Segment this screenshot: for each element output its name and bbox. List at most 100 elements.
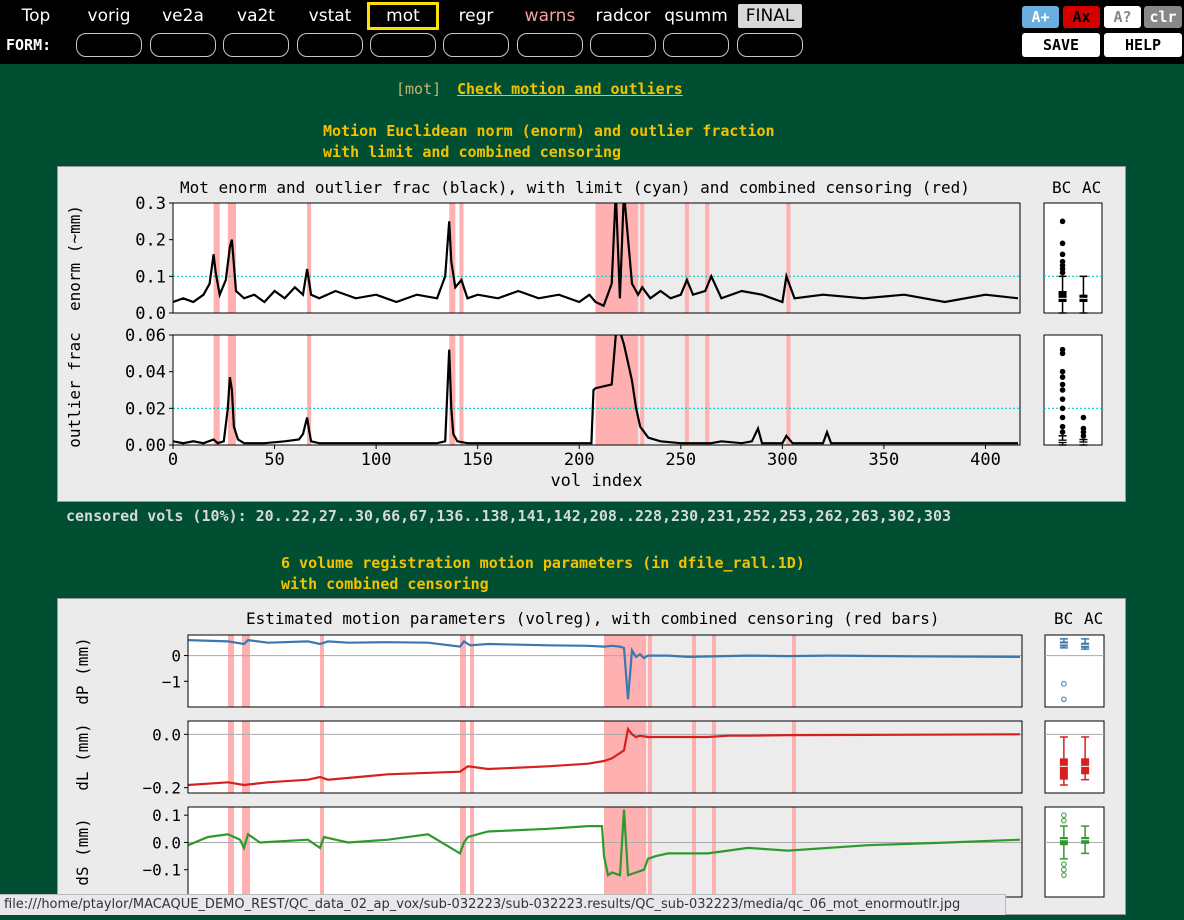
plot-dP-ylabel: dP (mm) bbox=[73, 637, 92, 704]
nav-tab-final[interactable]: FINAL bbox=[738, 4, 802, 28]
plot-outlier-frac-xtick-label: 200 bbox=[564, 450, 595, 470]
boxplot-enorm-bc-box-outlier bbox=[1059, 262, 1066, 269]
plot-outlier-frac-xtick-label: 150 bbox=[462, 450, 493, 470]
plot-outlier-frac-censor-bar bbox=[786, 335, 791, 445]
boxplot-dL-bc-box-body bbox=[1059, 758, 1068, 780]
plot-dS-censor-bar bbox=[792, 807, 796, 897]
boxplot-outlier-frac-area bbox=[1043, 334, 1103, 446]
boxplot-outlier-frac-bc-box-outlier bbox=[1059, 350, 1066, 357]
font-increase-button[interactable]: A+ bbox=[1022, 6, 1059, 28]
figure1-chart: Mot enorm and outlier frac (black), with… bbox=[65, 178, 1103, 491]
save-button[interactable]: SAVE bbox=[1022, 33, 1100, 57]
plot-dS-censor-bar bbox=[470, 807, 474, 897]
boxplot-outlier-frac-bc-box-outlier bbox=[1059, 429, 1066, 435]
figure1-title: Mot enorm and outlier frac (black), with… bbox=[180, 178, 970, 197]
plot-enorm-ytick-label: 0.2 bbox=[135, 231, 166, 251]
form-field-vorig[interactable] bbox=[76, 33, 142, 57]
boxplot-outlier-frac-bc-box-outlier bbox=[1059, 405, 1066, 412]
plot-dL-censor-bar bbox=[604, 721, 646, 793]
plot-dS-censor-bar bbox=[692, 807, 696, 897]
form-field-vstat[interactable] bbox=[297, 33, 363, 57]
boxplot-enorm-bc-box-outlier bbox=[1059, 218, 1066, 225]
form-field-qsumm[interactable] bbox=[663, 33, 729, 57]
plot-outlier-frac-xtick-label: 350 bbox=[869, 450, 900, 470]
section-title-link[interactable]: Check motion and outliers bbox=[457, 80, 683, 98]
plot-outlier-frac-xtick-label: 250 bbox=[665, 450, 696, 470]
plot-dS-ytick-label: 0.1 bbox=[152, 806, 181, 825]
figure1-bc-label: BC bbox=[1052, 178, 1071, 197]
form-label: FORM: bbox=[6, 36, 52, 54]
boxplot-enorm-bc-box-body bbox=[1058, 291, 1067, 302]
plot-dP-post-shade bbox=[604, 635, 1022, 707]
form-field-mot[interactable] bbox=[370, 33, 436, 57]
plot-enorm-ylabel: enorm (~mm) bbox=[65, 205, 84, 311]
form-field-radcor[interactable] bbox=[590, 33, 656, 57]
plot-enorm-ytick-label: 0.1 bbox=[135, 267, 166, 287]
plot-outlier-frac-censor-bar bbox=[213, 335, 220, 445]
figure2-caption-line1: 6 volume registration motion parameters … bbox=[281, 554, 805, 572]
plot-outlier-frac-xtick-label: 100 bbox=[361, 450, 392, 470]
form-field-ve2a[interactable] bbox=[150, 33, 216, 57]
figure2-chart: Estimated motion parameters (volreg), wi… bbox=[73, 609, 1105, 898]
plot-dP-censor-bar bbox=[242, 635, 250, 707]
form-field-va2t[interactable] bbox=[223, 33, 289, 57]
plot-enorm-censor-bar bbox=[640, 203, 645, 313]
plot-dP-censor-bar bbox=[320, 635, 324, 707]
nav-tab-mot[interactable]: mot bbox=[367, 2, 439, 30]
plot-outlier-frac-xtick-label: 300 bbox=[767, 450, 798, 470]
boxplot-dP-area bbox=[1044, 634, 1105, 708]
plot-dL-post-shade bbox=[604, 721, 1022, 793]
nav-tab-ve2a[interactable]: ve2a bbox=[147, 2, 219, 30]
nav-tab-radcor[interactable]: radcor bbox=[587, 2, 659, 30]
plot-outlier-frac-xlabel: vol index bbox=[550, 471, 642, 491]
plot-dP-ytick-label: −1 bbox=[162, 672, 181, 691]
plot-outlier-frac-ytick-label: 0.04 bbox=[125, 363, 166, 383]
plot-outlier-frac-post-shade bbox=[595, 335, 1020, 445]
plot-enorm-censor-bar bbox=[705, 203, 710, 313]
plot-dS-ylabel: dS (mm) bbox=[73, 818, 92, 885]
nav-tab-vstat[interactable]: vstat bbox=[294, 2, 366, 30]
figure1-panel: Mot enorm and outlier frac (black), with… bbox=[57, 166, 1126, 502]
form-field-warns[interactable] bbox=[517, 33, 583, 57]
plot-dP-censor-bar bbox=[712, 635, 716, 707]
boxplot-outlier-frac-bc-box-outlier bbox=[1059, 387, 1066, 393]
boxplot-enorm-bc-box-outlier bbox=[1059, 251, 1066, 258]
plot-dS-ytick-label: −0.1 bbox=[142, 861, 181, 880]
nav-tab-top[interactable]: Top bbox=[0, 2, 72, 30]
form-field-final[interactable] bbox=[737, 33, 803, 57]
nav-tab-va2t[interactable]: va2t bbox=[220, 2, 292, 30]
plot-outlier-frac-xtick-label: 0 bbox=[168, 450, 178, 470]
plot-dL-censor-bar bbox=[648, 721, 652, 793]
figure1-caption-line1: Motion Euclidean norm (enorm) and outlie… bbox=[323, 122, 775, 140]
plot-dL-censor-bar bbox=[712, 721, 716, 793]
boxplot-dS-ac-box-body bbox=[1081, 837, 1090, 844]
nav-tab-qsumm[interactable]: qsumm bbox=[660, 2, 732, 30]
plot-outlier-frac-ytick-label: 0.02 bbox=[125, 399, 166, 419]
plot-outlier-frac-ytick-label: 0.06 bbox=[125, 326, 166, 346]
font-decrease-button[interactable]: Ax bbox=[1063, 6, 1100, 28]
boxplot-enorm-bc-box-outlier bbox=[1059, 240, 1066, 247]
plot-dL-censor-bar bbox=[792, 721, 796, 793]
font-info-button[interactable]: A? bbox=[1104, 6, 1141, 28]
nav-tab-warns[interactable]: warns bbox=[514, 2, 586, 30]
figure2-title: Estimated motion parameters (volreg), wi… bbox=[246, 609, 940, 628]
nav-tab-regr[interactable]: regr bbox=[440, 2, 512, 30]
boxplot-dL-area bbox=[1044, 720, 1105, 794]
plot-outlier-frac-censor-bar bbox=[595, 335, 639, 445]
help-button[interactable]: HELP bbox=[1104, 33, 1182, 57]
plot-outlier-frac-censor-bar bbox=[705, 335, 710, 445]
plot-dP-censor-bar bbox=[648, 635, 652, 707]
censored-vols-text: censored vols (10%): 20..22,27..30,66,67… bbox=[66, 507, 952, 525]
boxplot-outlier-frac-ac-box-outlier bbox=[1080, 433, 1087, 439]
nav-tab-vorig[interactable]: vorig bbox=[73, 2, 145, 30]
plot-enorm-censor-bar bbox=[786, 203, 791, 313]
plot-dL-ytick-label: −0.2 bbox=[142, 779, 181, 798]
plot-dS-post-shade bbox=[604, 807, 1022, 897]
form-field-regr[interactable] bbox=[443, 33, 509, 57]
boxplot-enorm-area bbox=[1043, 202, 1103, 314]
clear-button[interactable]: clr bbox=[1144, 6, 1182, 28]
figure2-ac-label: AC bbox=[1084, 609, 1103, 628]
plot-dP-ytick-label: 0 bbox=[171, 647, 181, 666]
plot-outlier-frac-xtick-label: 50 bbox=[264, 450, 284, 470]
boxplot-outlier-frac-bc-box-outlier bbox=[1059, 368, 1066, 375]
